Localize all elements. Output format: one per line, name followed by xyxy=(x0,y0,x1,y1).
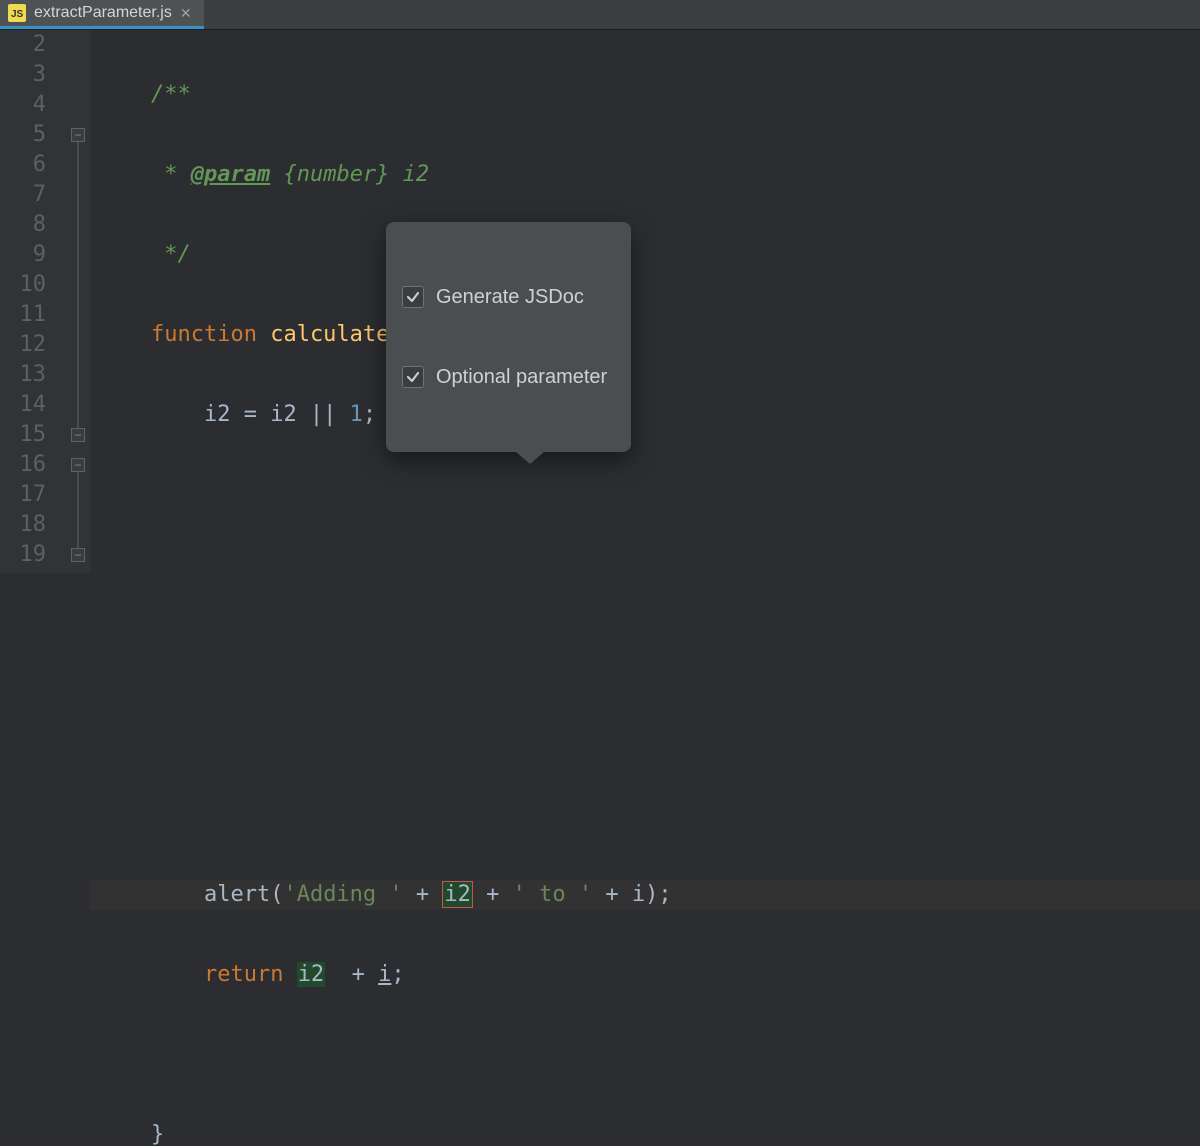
editor-tabbar: JS extractParameter.js ✕ xyxy=(0,0,1200,30)
checkbox-checked-icon[interactable] xyxy=(402,366,424,388)
current-line: alert('Adding ' + i2 + ' to ' + i); xyxy=(90,880,1200,910)
file-tab[interactable]: JS extractParameter.js ✕ xyxy=(0,0,204,29)
fold-toggle[interactable] xyxy=(71,128,85,142)
checkbox-checked-icon[interactable] xyxy=(402,286,424,308)
file-tab-label: extractParameter.js xyxy=(34,4,172,22)
fold-gutter xyxy=(68,30,90,573)
js-file-icon: JS xyxy=(8,4,26,22)
code-area[interactable]: /** * @param {number} i2 */ function cal… xyxy=(90,30,1200,573)
fold-toggle[interactable] xyxy=(71,428,85,442)
fold-toggle[interactable] xyxy=(71,548,85,562)
option-label: Optional parameter xyxy=(436,366,607,389)
svg-text:JS: JS xyxy=(11,9,24,20)
option-optional-parameter[interactable]: Optional parameter xyxy=(402,360,607,394)
close-icon[interactable]: ✕ xyxy=(180,6,192,20)
option-generate-jsdoc[interactable]: Generate JSDoc xyxy=(402,280,607,314)
code-editor[interactable]: 2345 6789 10111213 14151617 1819 /** * @… xyxy=(0,30,1200,573)
selected-identifier[interactable]: i2 xyxy=(442,881,473,908)
option-label: Generate JSDoc xyxy=(436,286,584,309)
fold-toggle[interactable] xyxy=(71,458,85,472)
refactor-options-popup: Generate JSDoc Optional parameter xyxy=(386,222,631,452)
line-number-gutter: 2345 6789 10111213 14151617 1819 xyxy=(0,30,68,573)
